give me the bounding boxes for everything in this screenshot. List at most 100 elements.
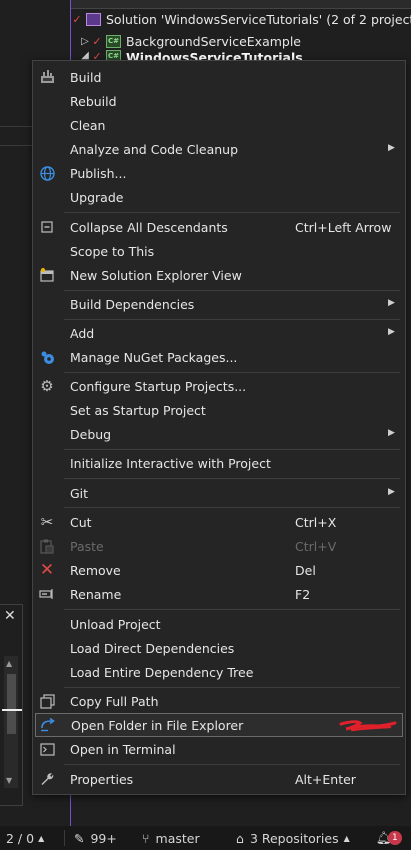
divider — [64, 830, 65, 846]
menu-item-shortcut: Ctrl+X — [295, 515, 337, 530]
menu-item-cut[interactable]: ✂ Cut Ctrl+X — [33, 510, 405, 534]
branch-selector[interactable]: ⑂ master — [142, 831, 200, 846]
csharp-project-icon: C# — [106, 34, 121, 48]
menu-item-label: Open in Terminal — [70, 742, 176, 757]
menu-item-publish[interactable]: Publish... — [33, 161, 405, 185]
menu-item-scope-to-this[interactable]: Scope to This — [33, 239, 405, 263]
menu-item-rename[interactable]: Rename F2 — [33, 582, 405, 606]
tree-row-label: Solution 'WindowsServiceTutorials' (2 of… — [106, 11, 411, 27]
menu-item-label: Unload Project — [70, 617, 161, 632]
menu-item-set-as-startup-project[interactable]: Set as Startup Project — [33, 398, 405, 422]
menu-item-label: Manage NuGet Packages... — [70, 350, 238, 365]
menu-item-label: Git — [70, 486, 89, 501]
pending-changes[interactable]: ✎ 99+ — [74, 831, 117, 846]
menu-item-configure-startup-projects[interactable]: ⚙ Configure Startup Projects... — [33, 374, 405, 398]
menu-item-label: Remove — [70, 563, 121, 578]
build-icon — [39, 69, 55, 85]
menu-item-label: Publish... — [70, 166, 127, 181]
menu-item-label: Properties — [70, 772, 134, 787]
menu-item-collapse-all-descendants[interactable]: Collapse All Descendants Ctrl+Left Arrow — [33, 215, 405, 239]
menu-item-analyze-code-cleanup[interactable]: Analyze and Code Cleanup ▶ — [33, 137, 405, 161]
submenu-arrow-icon: ▶ — [388, 428, 395, 438]
status-bar: 2 / 0 ▲ ✎ 99+ ⑂ master ⌂ 3 Repositories … — [0, 826, 411, 850]
menu-item-label: Upgrade — [70, 190, 124, 205]
menu-item-paste: Paste Ctrl+V — [33, 534, 405, 558]
menu-separator — [64, 609, 400, 610]
menu-separator — [64, 212, 400, 213]
menu-item-add[interactable]: Add ▶ — [33, 321, 405, 345]
menu-item-load-direct-dependencies[interactable]: Load Direct Dependencies — [33, 636, 405, 660]
menu-separator — [64, 319, 400, 320]
menu-item-open-folder-in-file-explorer[interactable]: Open Folder in File Explorer — [35, 713, 403, 737]
new-view-icon — [39, 267, 55, 283]
menu-item-manage-nuget-packages[interactable]: Manage NuGet Packages... — [33, 345, 405, 369]
menu-item-shortcut: Del — [295, 563, 316, 578]
context-menu: Build Rebuild Clean Analyze and Code Cle… — [32, 60, 406, 795]
notifications[interactable]: 🔔︎ 1 — [376, 830, 402, 846]
tree-row-project[interactable]: ▷ ✓ C# BackgroundServiceExample — [71, 30, 301, 52]
menu-item-properties[interactable]: Properties Alt+Enter — [33, 767, 405, 791]
repositories-selector[interactable]: ⌂ 3 Repositories ▲ — [236, 831, 350, 846]
branch-label: master — [155, 830, 200, 846]
menu-item-label: Add — [70, 326, 95, 341]
repositories-label: 3 Repositories — [249, 830, 339, 846]
close-icon[interactable]: ✕ — [4, 608, 16, 624]
scroll-down-icon[interactable]: ▼ — [6, 776, 12, 785]
tree-row-solution[interactable]: ✓ Solution 'WindowsServiceTutorials' (2 … — [71, 8, 411, 30]
menu-item-git[interactable]: Git ▶ — [33, 481, 405, 505]
open-folder-icon — [40, 717, 56, 733]
line-position-label: 2 / 0 — [6, 830, 35, 846]
submenu-arrow-icon: ▶ — [388, 487, 395, 497]
copy-icon — [39, 693, 55, 709]
menu-item-debug[interactable]: Debug ▶ — [33, 422, 405, 446]
menu-item-shortcut: F2 — [295, 587, 311, 602]
menu-item-shortcut: Ctrl+V — [295, 539, 337, 554]
menu-separator — [64, 449, 400, 450]
menu-item-build[interactable]: Build — [33, 65, 405, 89]
pencil-icon: ✎ — [74, 830, 85, 846]
menu-item-label: Cut — [70, 515, 92, 530]
menu-item-copy-full-path[interactable]: Copy Full Path — [33, 689, 405, 713]
caret-up-icon: ▲ — [38, 833, 45, 843]
collapse-icon — [39, 219, 55, 235]
menu-separator — [64, 372, 400, 373]
red-scribble-annotation — [339, 720, 397, 732]
menu-item-open-in-terminal[interactable]: Open in Terminal — [33, 737, 405, 761]
caret-up-icon: ▲ — [343, 833, 350, 843]
menu-item-remove[interactable]: ✕ Remove Del — [33, 558, 405, 582]
menu-item-label: Paste — [70, 539, 104, 554]
solution-icon — [86, 12, 101, 26]
menu-item-label: Build Dependencies — [70, 297, 195, 312]
scrollbar-thumb[interactable] — [7, 674, 16, 734]
menu-item-new-solution-explorer-view[interactable]: New Solution Explorer View — [33, 263, 405, 287]
menu-separator — [64, 687, 400, 688]
menu-item-upgrade[interactable]: Upgrade — [33, 185, 405, 209]
wrench-icon — [39, 771, 55, 787]
menu-item-label: Load Entire Dependency Tree — [70, 665, 254, 680]
rename-icon — [39, 586, 55, 602]
submenu-arrow-icon: ▶ — [388, 143, 395, 153]
menu-item-build-dependencies[interactable]: Build Dependencies ▶ — [33, 292, 405, 316]
globe-icon — [39, 165, 55, 181]
menu-item-label: Initialize Interactive with Project — [70, 456, 271, 471]
menu-item-initialize-interactive[interactable]: Initialize Interactive with Project — [33, 451, 405, 475]
menu-item-label: Rename — [70, 587, 122, 602]
divider — [0, 145, 34, 146]
menu-item-clean[interactable]: Clean — [33, 113, 405, 137]
check-icon: ✓ — [92, 34, 102, 48]
scroll-up-icon[interactable]: ▲ — [6, 659, 12, 668]
line-position[interactable]: 2 / 0 ▲ — [6, 831, 44, 846]
menu-item-rebuild[interactable]: Rebuild — [33, 89, 405, 113]
menu-item-label: Open Folder in File Explorer — [71, 718, 244, 733]
menu-item-unload-project[interactable]: Unload Project — [33, 612, 405, 636]
expand-arrow-icon[interactable]: ▷ — [79, 36, 91, 47]
menu-item-shortcut: Ctrl+Left Arrow — [295, 220, 392, 235]
menu-item-label: Copy Full Path — [70, 694, 159, 709]
menu-separator — [64, 290, 400, 291]
remove-icon: ✕ — [39, 560, 55, 580]
menu-item-label: Build — [70, 70, 102, 85]
branch-icon: ⑂ — [142, 830, 150, 846]
menu-item-label: Configure Startup Projects... — [70, 379, 247, 394]
menu-item-load-entire-dependency-tree[interactable]: Load Entire Dependency Tree — [33, 660, 405, 684]
changes-count: 99+ — [90, 830, 117, 846]
